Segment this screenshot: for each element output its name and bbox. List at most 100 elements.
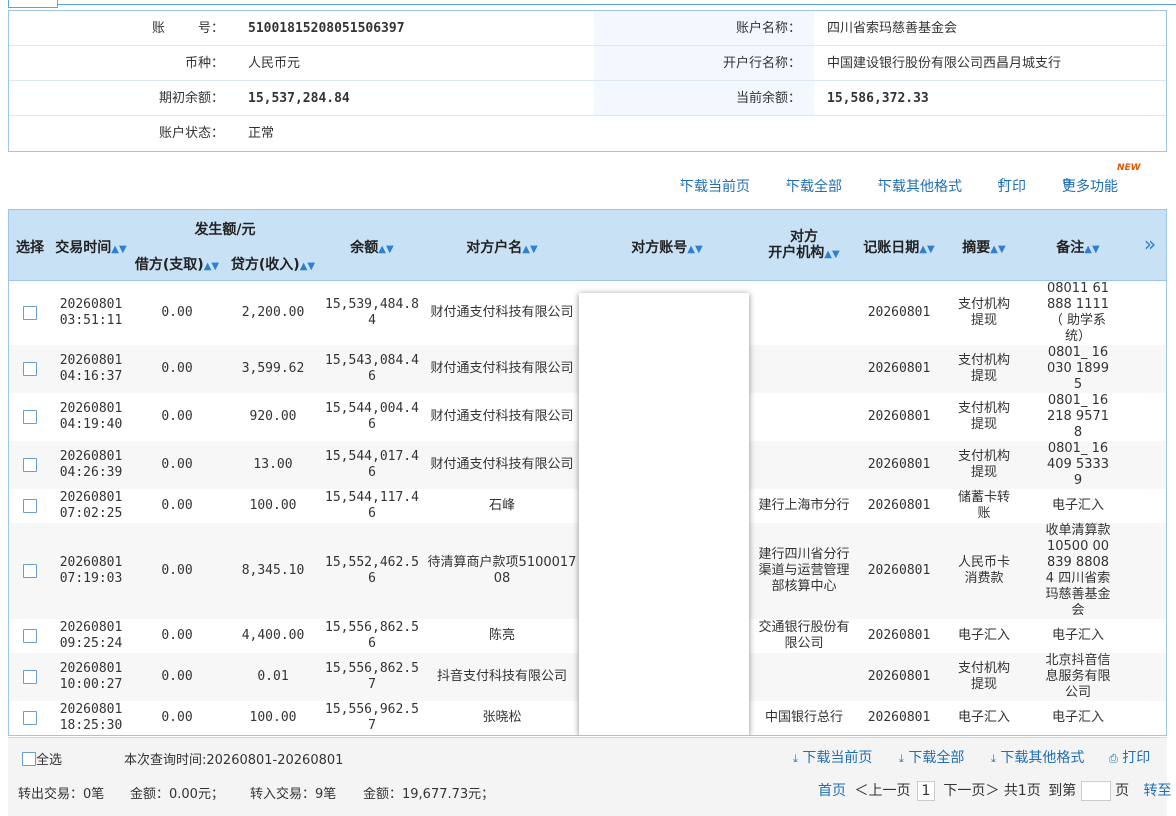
bank-name-value: 中国建设银行股份有限公司西昌月城支行	[827, 56, 1062, 71]
cell-time: 20260801 07:02:25	[53, 489, 129, 523]
cell-remark: 0801_ 16409 53339	[1046, 441, 1110, 488]
sort-icon: ▲▼	[378, 244, 394, 255]
cell-balance: 15,543,084.46	[325, 353, 419, 384]
download-icon: ⤓	[786, 176, 791, 189]
cell-posting-date: 20260801	[867, 457, 931, 472]
footer-download-all-link[interactable]: ⤓ 下载全部	[899, 747, 964, 767]
row-checkbox[interactable]	[23, 410, 37, 424]
first-page-link[interactable]: 首页	[818, 783, 846, 799]
col-time-label: 交易时间	[55, 240, 112, 256]
cell-select	[9, 489, 51, 523]
row-checkbox[interactable]	[23, 564, 37, 578]
sort-icon: ▲▼	[522, 244, 538, 255]
cell-counterparty-name: 财付通支付科技有限公司	[430, 457, 574, 472]
cell-counterparty-bank	[753, 393, 855, 441]
cell-counterparty-name: 财付通支付科技有限公司	[430, 409, 574, 424]
sort-icon: ▲▼	[919, 244, 935, 255]
account-info-panel: 账 号： 51001815208051506397 账户名称： 四川省索玛慈善基…	[8, 10, 1167, 152]
row-checkbox[interactable]	[23, 629, 37, 643]
cell-clock-text: 04:19:40	[59, 417, 123, 432]
current-balance-value: 15,586,372.33	[827, 91, 929, 106]
cell-time: 20260801 03:51:11	[53, 281, 129, 345]
account-name-value: 四川省索玛慈善基金会	[827, 21, 958, 36]
cell-summary: 人民币卡消费款	[957, 555, 1010, 586]
goto-page-input[interactable]	[1080, 781, 1111, 801]
download-icon: ⤓	[878, 176, 883, 189]
footer-download-other-link[interactable]: ⤓ 下载其他格式	[991, 747, 1084, 767]
cell-posting-date: 20260801	[867, 710, 931, 725]
row-checkbox[interactable]	[23, 306, 37, 320]
select-all-checkbox[interactable]: 全选	[22, 749, 62, 768]
col-balance[interactable]: 余额▲▼	[321, 237, 423, 257]
cell-counterparty-bank	[753, 281, 855, 345]
download-other-link[interactable]: ⤓ 下载其他格式	[878, 176, 962, 196]
col-counterparty-account[interactable]: 对方账号▲▼	[581, 237, 753, 257]
row-checkbox[interactable]	[23, 458, 37, 472]
printer-icon: ⎙	[1109, 752, 1118, 765]
col-balance-label: 余额	[350, 240, 379, 256]
col-debit[interactable]: 借方(支取)▲▼	[129, 254, 225, 274]
download-page-label: 下载当前页	[680, 179, 750, 195]
cell-time: 20260801 04:26:39	[53, 441, 129, 489]
cell-summary: 支付机构提现	[957, 353, 1010, 384]
row-checkbox[interactable]	[23, 499, 37, 513]
sort-icon: ▲▼	[990, 244, 1006, 255]
col-credit[interactable]: 贷方(收入)▲▼	[225, 254, 321, 274]
col-summary[interactable]: 摘要▲▼	[943, 237, 1025, 257]
sort-icon: ▲▼	[111, 244, 127, 255]
col-remark[interactable]: 备注▲▼	[1025, 237, 1131, 257]
cell-clock-text: 04:16:37	[59, 369, 123, 384]
next-page-link[interactable]: 下一页＞	[943, 783, 999, 799]
col-counterparty-name[interactable]: 对方户名▲▼	[423, 237, 581, 257]
cell-balance: 15,544,017.46	[325, 449, 419, 480]
row-checkbox[interactable]	[23, 670, 37, 684]
download-all-link[interactable]: ⤓ 下载全部	[786, 176, 842, 196]
current-page[interactable]: 1	[916, 781, 935, 801]
cell-credit: 13.00	[253, 457, 293, 472]
cell-clock-text: 09:25:24	[59, 636, 123, 651]
cell-credit: 3,599.62	[241, 361, 305, 376]
col-time[interactable]: 交易时间▲▼	[53, 237, 129, 257]
cell-select	[9, 393, 51, 441]
col-counterparty-bank-line2: 开户机构	[768, 245, 825, 261]
footer-print-link[interactable]: ⎙ 打印	[1109, 747, 1150, 767]
cell-date-text: 20260801	[59, 297, 123, 312]
cell-summary: 支付机构提现	[957, 449, 1010, 480]
cell-debit: 0.00	[161, 305, 193, 320]
row-checkbox[interactable]	[23, 711, 37, 725]
cell-counterparty-bank	[753, 345, 855, 393]
currency-label: 币种：	[184, 56, 224, 71]
row-checkbox[interactable]	[23, 362, 37, 376]
footer-download-page-link[interactable]: ⤓ 下载当前页	[793, 747, 872, 767]
cell-time: 20260801 04:19:40	[53, 393, 129, 441]
cell-posting-date: 20260801	[867, 498, 931, 513]
checkbox-icon	[22, 751, 36, 766]
download-page-link[interactable]: ⤓ 下载当前页	[680, 176, 750, 196]
cell-date-text: 20260801	[59, 620, 123, 635]
col-counterparty-bank[interactable]: 对方 开户机构▲▼	[753, 229, 855, 263]
cell-clock-text: 10:00:27	[59, 677, 123, 692]
select-all-label: 全选	[36, 753, 63, 768]
cell-credit: 4,400.00	[241, 628, 305, 643]
cell-remark: 北京抖音信息服务有限公司	[1045, 653, 1111, 700]
cell-remark: 电子汇入	[1051, 628, 1104, 643]
col-counterparty-name-label: 对方户名	[466, 240, 523, 256]
goto-button[interactable]: 转至	[1144, 783, 1172, 799]
active-tab[interactable]	[8, 0, 58, 8]
cell-clock-text: 07:02:25	[59, 506, 123, 521]
footer-download-other-label: 下载其他格式	[1000, 750, 1085, 766]
cell-counterparty-name: 抖音支付科技有限公司	[436, 669, 567, 684]
prev-page-link[interactable]: ＜上一页	[854, 783, 910, 799]
cell-posting-date: 20260801	[867, 409, 931, 424]
more-functions-link[interactable]: ⚙ 更多功能	[1062, 176, 1118, 196]
cell-remark: 0801_ 16030 18995	[1046, 345, 1110, 392]
cell-remark: 电子汇入	[1051, 498, 1104, 513]
transactions-table: 选择 交易时间▲▼ 发生额/元 借方(支取)▲▼ 贷方(收入)▲▼ 余额▲▼ 对…	[8, 209, 1167, 736]
expand-columns-icon[interactable]: »	[1135, 232, 1165, 256]
pagination: 首页 ＜上一页 1 下一页＞ 共1页 到第 页 转至	[818, 780, 1172, 801]
print-link[interactable]: ⎙ 打印	[998, 176, 1026, 196]
footer-print-label: 打印	[1122, 750, 1151, 766]
sort-icon: ▲▼	[1084, 244, 1100, 255]
col-posting-date[interactable]: 记账日期▲▼	[855, 237, 943, 257]
goto-label: 到第	[1048, 783, 1077, 799]
